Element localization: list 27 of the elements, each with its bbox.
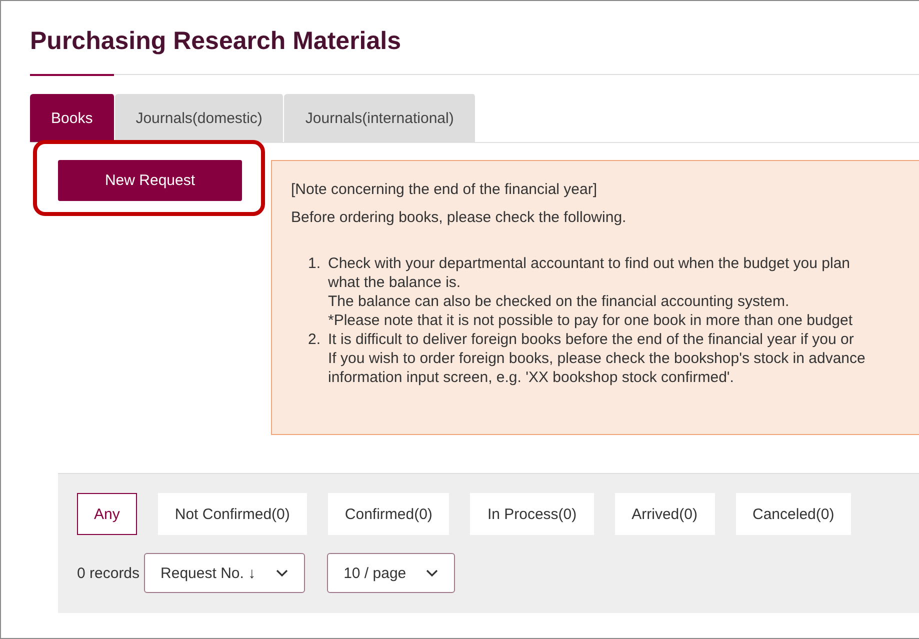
notice-heading: [Note concerning the end of the financial year] — [291, 181, 598, 198]
tab[interactable]: Journals(international) — [284, 94, 476, 142]
notice-text: It is difficult to deliver foreign books before the end of the financial year if you or — [328, 330, 855, 349]
notice-text: If you wish to order foreign books, please check the bookshop's stock in advance — [328, 349, 866, 368]
new-request-button[interactable]: New Request — [58, 160, 242, 201]
notice-text: The balance can also be checked on the financial accounting system. — [328, 292, 790, 311]
page-title: Purchasing Research Materials — [30, 27, 402, 57]
page-size-select[interactable]: 10 / page — [326, 553, 456, 593]
notice-text: information input screen, e.g. 'XX bookshop stock confirmed'. — [328, 368, 735, 387]
notice-intro: Before ordering books, please check the following. — [291, 209, 628, 226]
tab[interactable]: Journals(domestic) — [114, 94, 284, 142]
tab[interactable]: Books — [30, 94, 115, 142]
status-filter[interactable]: In Process(0) — [470, 493, 594, 535]
record-count: 0 records — [77, 564, 140, 582]
notice-text: *Please note that it is not possible to pay for one book in more than one budget — [328, 311, 853, 330]
status-filter[interactable]: Not Confirmed(0) — [158, 493, 307, 535]
list-number: 1. — [308, 254, 322, 274]
status-filter[interactable]: Arrived(0) — [614, 493, 714, 535]
status-filter[interactable]: Any — [77, 493, 137, 535]
chevron-down-icon — [426, 569, 438, 577]
notice-text: Check with your departmental accountant to find out when the budget you plan — [328, 254, 852, 273]
sort-select[interactable]: Request No. ↓ — [144, 553, 305, 593]
status-filter[interactable]: Confirmed(0) — [328, 493, 450, 535]
status-filter[interactable]: Canceled(0) — [736, 493, 852, 535]
notice-text: what the balance is. — [328, 273, 462, 292]
list-number: 2. — [308, 330, 322, 350]
chevron-down-icon — [276, 569, 288, 577]
